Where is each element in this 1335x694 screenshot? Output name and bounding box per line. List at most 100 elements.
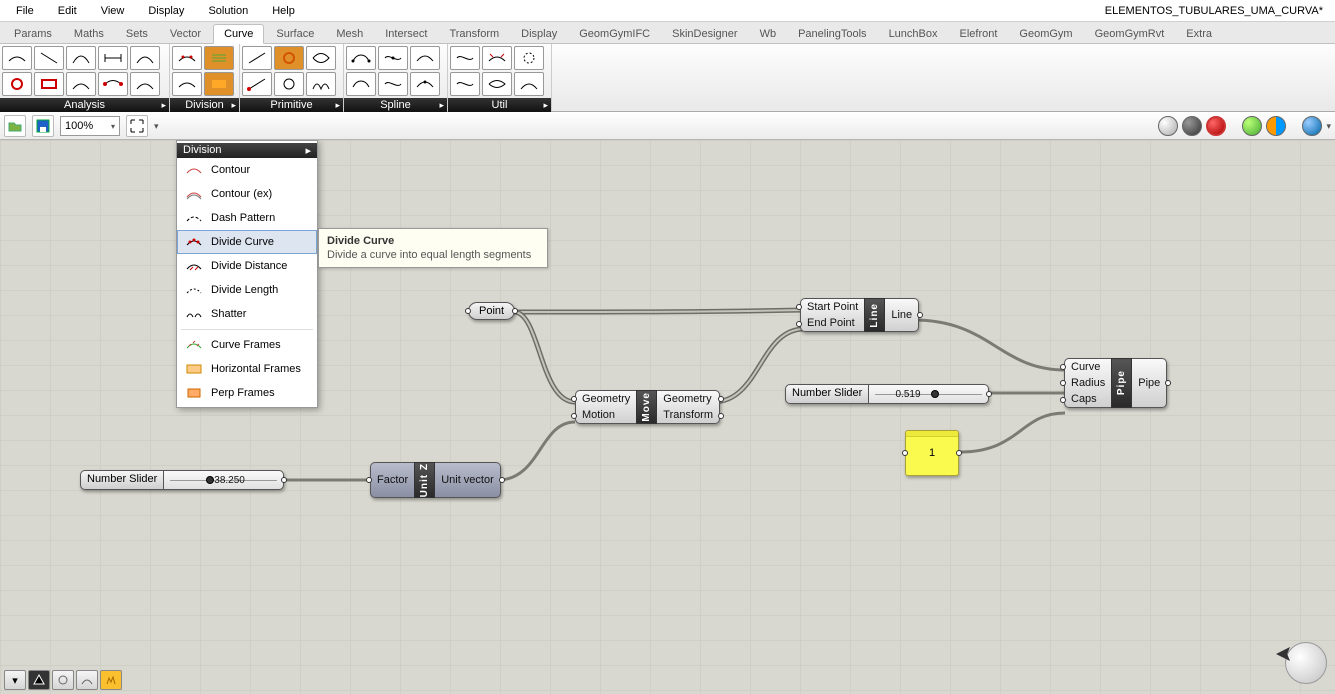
zoom-extents-button[interactable] [126,115,148,137]
menu-solution[interactable]: Solution [196,2,260,20]
dd-horizontal-frames[interactable]: Horizontal Frames [177,357,317,381]
tab-maths[interactable]: Maths [64,25,114,43]
tab-params[interactable]: Params [4,25,62,43]
tab-skindesigner[interactable]: SkinDesigner [662,25,747,43]
ribbon-icon[interactable] [274,72,304,96]
dd-divide-curve[interactable]: Divide Curve [177,230,317,254]
canvas[interactable]: Division▸ Contour Contour (ex) Dash Patt… [0,140,1335,694]
toolbar: 100% ▾ ▾ [0,112,1335,140]
ribbon-label-primitive[interactable]: Primitive▸ [240,98,343,112]
open-button[interactable] [4,115,26,137]
pipe-component[interactable]: CurveRadiusCaps Pipe Pipe [1064,358,1167,408]
tab-intersect[interactable]: Intersect [375,25,437,43]
dd-perp-frames[interactable]: Perp Frames [177,381,317,405]
menu-file[interactable]: File [4,2,46,20]
ribbon-icon[interactable] [204,46,234,70]
dd-shatter[interactable]: Shatter [177,302,317,326]
ribbon-icon[interactable] [410,72,440,96]
compass-icon[interactable] [1285,642,1327,684]
tab-elefront[interactable]: Elefront [950,25,1008,43]
ribbon-icon[interactable] [242,72,272,96]
tab-transform[interactable]: Transform [439,25,509,43]
number-slider-1[interactable]: Number Slider 38.250 [80,470,284,490]
ribbon-icon[interactable] [130,72,160,96]
display-mode-icon[interactable] [1206,116,1226,136]
ribbon-icon[interactable] [242,46,272,70]
tab-vector[interactable]: Vector [160,25,211,43]
status-btn[interactable] [100,670,122,690]
unitz-component[interactable]: Factor Unit Z Unit vector [370,462,501,498]
tab-mesh[interactable]: Mesh [326,25,373,43]
status-btn[interactable] [28,670,50,690]
tab-display[interactable]: Display [511,25,567,43]
dd-contour-ex[interactable]: Contour (ex) [177,182,317,206]
ribbon-icon[interactable] [204,72,234,96]
ribbon-icon[interactable] [482,46,512,70]
tab-lunchbox[interactable]: LunchBox [879,25,948,43]
number-slider-2[interactable]: Number Slider 0.519 [785,384,989,404]
ribbon-icon[interactable] [514,72,544,96]
ribbon-icon[interactable] [2,46,32,70]
menu-help[interactable]: Help [260,2,307,20]
ribbon-icon[interactable] [66,46,96,70]
ribbon-label-analysis[interactable]: Analysis▸ [0,98,169,112]
ribbon-icon[interactable] [34,72,64,96]
tab-geomgym[interactable]: GeomGym [1009,25,1082,43]
ribbon-icon[interactable] [172,72,202,96]
menu-view[interactable]: View [89,2,137,20]
menu-edit[interactable]: Edit [46,2,89,20]
point-param[interactable]: Point [468,302,515,320]
ribbon-icon[interactable] [98,46,128,70]
ribbon-icon[interactable] [172,46,202,70]
tab-sets[interactable]: Sets [116,25,158,43]
ribbon-icon[interactable] [378,72,408,96]
ribbon-icon[interactable] [2,72,32,96]
dd-divide-distance[interactable]: Divide Distance [177,254,317,278]
ribbon-icon[interactable] [130,46,160,70]
display-mode-icon[interactable] [1302,116,1322,136]
ribbon-icon[interactable] [410,46,440,70]
ribbon-icon[interactable] [514,46,544,70]
tab-panelingtools[interactable]: PanelingTools [788,25,877,43]
ribbon-icon[interactable] [450,72,480,96]
status-btn[interactable] [52,670,74,690]
menu-display[interactable]: Display [136,2,196,20]
ribbon-icon[interactable] [274,46,304,70]
ribbon-icon[interactable] [34,46,64,70]
dd-dash-pattern[interactable]: Dash Pattern [177,206,317,230]
ribbon-label-spline[interactable]: Spline▸ [344,98,447,112]
ribbon-icon[interactable] [450,46,480,70]
ribbon-icon[interactable] [306,72,336,96]
tab-wb[interactable]: Wb [750,25,787,43]
save-button[interactable] [32,115,54,137]
panel[interactable]: 1 [905,430,959,476]
dd-curve-frames[interactable]: Curve Frames [177,333,317,357]
ribbon-icon[interactable] [306,46,336,70]
ribbon-icon[interactable] [346,72,376,96]
tab-geomgymifc[interactable]: GeomGymIFC [569,25,660,43]
dd-contour[interactable]: Contour [177,158,317,182]
ribbon-icon[interactable] [98,72,128,96]
display-mode-icon[interactable] [1242,116,1262,136]
display-mode-icon[interactable] [1158,116,1178,136]
ribbon-label-division[interactable]: Division▸ [170,98,239,112]
ribbon-icon[interactable] [346,46,376,70]
frames-icon [185,337,203,353]
display-mode-icon[interactable] [1266,116,1286,136]
tab-extra[interactable]: Extra [1176,25,1222,43]
tab-curve[interactable]: Curve [213,24,264,44]
move-component[interactable]: GeometryMotion Move GeometryTransform [575,390,720,424]
tab-geomgymrvt[interactable]: GeomGymRvt [1085,25,1175,43]
hframes-icon [185,361,203,377]
status-btn[interactable]: ▾ [4,670,26,690]
ribbon-label-util[interactable]: Util▸ [448,98,551,112]
dd-divide-length[interactable]: Divide Length [177,278,317,302]
line-component[interactable]: Start PointEnd Point Line Line [800,298,919,332]
zoom-select[interactable]: 100% [60,116,120,136]
display-mode-icon[interactable] [1182,116,1202,136]
status-btn[interactable] [76,670,98,690]
ribbon-icon[interactable] [378,46,408,70]
ribbon-icon[interactable] [482,72,512,96]
tab-surface[interactable]: Surface [266,25,324,43]
ribbon-icon[interactable] [66,72,96,96]
